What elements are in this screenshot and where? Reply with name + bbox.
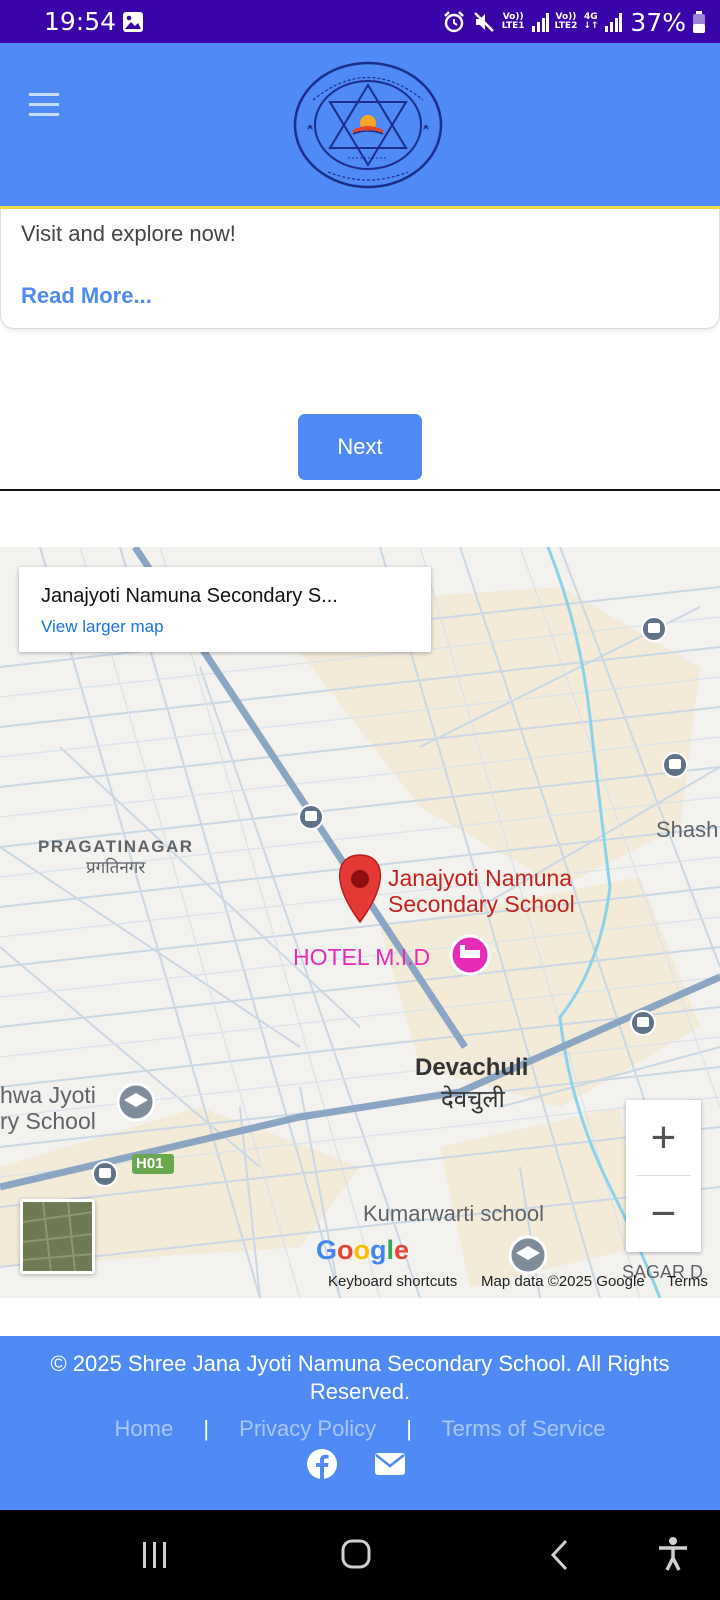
facebook-icon[interactable] (306, 1448, 338, 1480)
map-data-attribution: Map data ©2025 Google (481, 1273, 645, 1290)
signal-2-icon (605, 13, 623, 32)
map-label-pragatinagar-np: प्रगतिनगर (86, 858, 146, 877)
next-button[interactable]: Next (298, 414, 422, 480)
sim2-label: Vo)) LTE2 (554, 12, 578, 31)
map-label-school: Janajyoti Namuna Secondary School (388, 865, 575, 917)
zoom-in-button[interactable]: + (626, 1100, 701, 1175)
road-label-h01: H01 (136, 1155, 164, 1172)
zoom-out-button[interactable]: − (626, 1176, 701, 1251)
divider (0, 489, 720, 491)
site-header (0, 43, 720, 209)
footer-copyright: © 2025 Shree Jana Jyoti Namuna Secondary… (50, 1351, 670, 1404)
home-icon[interactable] (340, 1538, 372, 1570)
school-logo-emblem[interactable] (293, 60, 443, 190)
keyboard-shortcuts-link[interactable]: Keyboard shortcuts (328, 1273, 457, 1290)
back-icon[interactable] (548, 1538, 570, 1572)
zoom-control: + − (626, 1100, 701, 1252)
view-larger-map-link[interactable]: View larger map (41, 617, 164, 637)
battery-icon (693, 11, 705, 33)
map-label-pragatinagar: PRAGATINAGAR (38, 837, 194, 856)
google-logo: Google (316, 1235, 410, 1265)
card-text: Visit and explore now! (21, 221, 236, 246)
system-nav-bar (0, 1510, 720, 1600)
terms-link[interactable]: Terms (667, 1273, 708, 1290)
map-label-hotel: HOTEL M.I.D (293, 944, 431, 970)
alarm-icon (443, 11, 464, 33)
map-label-shash: Shash (656, 817, 719, 842)
status-bar: 19:54 Vo)) LTE1 Vo)) LTE2 4G ↓↑ 37% (0, 0, 720, 43)
map-label-devachuli-np: देवचुली (441, 1086, 505, 1113)
news-card: Visit and explore now! Read More... (0, 209, 720, 329)
map-label-kumarwarti: Kumarwarti school (363, 1201, 544, 1226)
satellite-preview-icon (23, 1202, 92, 1271)
footer-links: Home | Privacy Policy | Terms of Service (0, 1416, 720, 1442)
footer-social (306, 1448, 406, 1480)
recent-apps-icon[interactable] (140, 1540, 170, 1570)
hotel-marker-icon (449, 934, 491, 976)
footer-link-home[interactable]: Home (115, 1416, 174, 1441)
map-label-devachuli: Devachuli (415, 1054, 529, 1081)
network-type: 4G ↓↑ (583, 12, 599, 31)
image-notification-icon (123, 12, 143, 32)
site-footer: © 2025 Shree Jana Jyoti Namuna Secondary… (0, 1336, 720, 1510)
hamburger-menu-icon[interactable] (29, 90, 59, 120)
status-time: 19:54 (44, 7, 117, 36)
signal-1-icon (531, 13, 549, 32)
map-label-jyoti-school: hwa Jyoti ry School (0, 1082, 96, 1134)
read-more-link[interactable]: Read More... (21, 283, 152, 309)
footer-separator: | (203, 1416, 210, 1441)
place-title: Janajyoti Namuna Secondary S... (41, 585, 338, 607)
google-map[interactable]: PRAGATINAGAR प्रगतिनगर Janajyoti Namuna S… (0, 547, 720, 1298)
status-indicators: Vo)) LTE1 Vo)) LTE2 4G ↓↑ 37% (442, 6, 706, 38)
screen: { "status_bar": { "time": "19:54", "sim1… (0, 0, 720, 1600)
battery-percent: 37% (630, 7, 686, 37)
sim1-label: Vo)) LTE1 (501, 12, 525, 31)
satellite-toggle[interactable] (20, 1199, 95, 1274)
accessibility-icon[interactable] (656, 1536, 690, 1572)
footer-separator: | (406, 1416, 412, 1441)
footer-link-privacy[interactable]: Privacy Policy (239, 1416, 376, 1441)
place-info-card: Janajyoti Namuna Secondary S... View lar… (19, 567, 431, 652)
map-roads (0, 547, 720, 1298)
email-icon[interactable] (374, 1450, 406, 1478)
footer-link-terms[interactable]: Terms of Service (442, 1416, 606, 1441)
mute-icon (473, 12, 494, 32)
